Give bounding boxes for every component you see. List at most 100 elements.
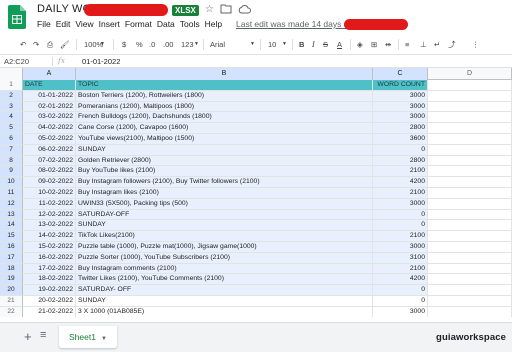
select-all-corner[interactable]	[0, 68, 23, 80]
cell-date[interactable]: 14-02-2022	[23, 231, 76, 242]
cell-empty[interactable]	[428, 177, 512, 188]
cell-empty[interactable]	[428, 123, 512, 134]
cell-word-count[interactable]: 3100	[373, 252, 428, 264]
cell-date[interactable]: 11-02-2022	[23, 198, 76, 210]
cell-empty[interactable]	[428, 285, 512, 296]
cell-date[interactable]: 12-02-2022	[23, 209, 76, 221]
star-icon[interactable]: ☆	[205, 4, 214, 15]
row-number[interactable]: 19	[0, 274, 23, 286]
cell-date[interactable]: 07-02-2022	[23, 155, 76, 167]
paint-format-icon[interactable]: 🖌︎	[60, 39, 70, 50]
menu-insert[interactable]: Insert	[99, 19, 125, 29]
cell-word-count[interactable]: 3000	[373, 112, 428, 124]
cell-word-count[interactable]: 4200	[373, 177, 428, 188]
text-color-button[interactable]: A	[337, 39, 342, 50]
cell-word-count[interactable]: 2100	[373, 263, 428, 275]
cell-topic[interactable]: SATURDAY-OFF	[76, 209, 373, 221]
cell-date[interactable]: 15-02-2022	[23, 242, 76, 253]
row-number[interactable]: 7	[0, 144, 23, 156]
menu-edit[interactable]: Edit	[56, 19, 76, 29]
cell-topic[interactable]: Buy Instagram comments (2100)	[76, 263, 373, 275]
cell-word-count[interactable]: 3600	[373, 134, 428, 145]
cell-word-count[interactable]: 2100	[373, 166, 428, 178]
cell-date[interactable]: 17-02-2022	[23, 263, 76, 275]
cell-topic[interactable]: SUNDAY	[76, 296, 373, 307]
italic-button[interactable]: I	[312, 39, 315, 50]
cell-empty[interactable]	[428, 252, 512, 264]
row-number[interactable]: 16	[0, 242, 23, 253]
row-number[interactable]: 2	[0, 90, 23, 102]
fill-color-icon[interactable]: ◈	[357, 39, 363, 50]
row-number[interactable]: 20	[0, 285, 23, 296]
cell-empty[interactable]	[428, 155, 512, 167]
row-number[interactable]: 9	[0, 166, 23, 178]
cell-topic[interactable]: UWIN33 (5X500), Packing tips (500)	[76, 198, 373, 210]
cell-empty[interactable]	[428, 166, 512, 178]
cell-topic[interactable]: YouTube views(2100), Maltipoo (1500)	[76, 134, 373, 145]
cell-empty[interactable]	[428, 296, 512, 307]
cell-topic[interactable]: TikTok Likes(2100)	[76, 231, 373, 242]
increase-decimal-button[interactable]: .00	[163, 39, 173, 50]
cell-date[interactable]: 09-02-2022	[23, 177, 76, 188]
cell-topic[interactable]: SUNDAY	[76, 144, 373, 156]
cell-empty[interactable]	[428, 134, 512, 145]
cell-empty[interactable]	[428, 220, 512, 232]
row-number[interactable]: 14	[0, 220, 23, 232]
cell-word-count[interactable]: 3000	[373, 90, 428, 102]
column-header-d[interactable]: D	[428, 68, 512, 80]
cell-topic[interactable]: TOPIC	[76, 80, 373, 91]
menu-data[interactable]: Data	[157, 19, 180, 29]
currency-format-button[interactable]: $	[122, 39, 126, 50]
cell-date[interactable]: 19-02-2022	[23, 285, 76, 296]
cell-word-count[interactable]: 0	[373, 296, 428, 307]
cell-topic[interactable]: Puzzle table (1000), Puzzle mat(1000), J…	[76, 242, 373, 253]
cell-date[interactable]: 03-02-2022	[23, 112, 76, 124]
cell-topic[interactable]: Cane Corse (1200), Cavapoo (1600)	[76, 123, 373, 134]
cell-topic[interactable]: Puzzle Sorter (1000), YouTube Subscriber…	[76, 252, 373, 264]
cell-topic[interactable]: Buy YouTube likes (2100)	[76, 166, 373, 178]
row-number[interactable]: 10	[0, 177, 23, 188]
menu-tools[interactable]: Tools	[180, 19, 205, 29]
cell-date[interactable]: 10-02-2022	[23, 188, 76, 199]
cell-empty[interactable]	[428, 101, 512, 113]
menu-file[interactable]: File	[37, 19, 56, 29]
column-header-b[interactable]: B	[76, 68, 373, 80]
bold-button[interactable]: B	[299, 39, 304, 50]
cell-empty[interactable]	[428, 242, 512, 253]
menu-view[interactable]: View	[75, 19, 98, 29]
cell-empty[interactable]	[428, 90, 512, 102]
font-family-select[interactable]: Arial	[210, 39, 225, 50]
cell-empty[interactable]	[428, 263, 512, 275]
cell-topic[interactable]: SATURDAY- OFF	[76, 285, 373, 296]
rotate-icon[interactable]: ⤴	[448, 39, 456, 50]
cell-topic[interactable]: Buy Instagram likes (2100)	[76, 188, 373, 199]
row-number[interactable]: 1	[0, 80, 23, 91]
cell-empty[interactable]	[428, 80, 512, 91]
font-size-select[interactable]: 10	[268, 39, 276, 50]
sheets-logo-icon[interactable]	[8, 5, 26, 29]
row-number[interactable]: 13	[0, 209, 23, 221]
sheet-tab-chevron-down-icon[interactable]: ▼	[101, 336, 107, 342]
cell-empty[interactable]	[428, 198, 512, 210]
cell-empty[interactable]	[428, 209, 512, 221]
cell-topic[interactable]: Pomeranians (1200), Maltipoos (1800)	[76, 101, 373, 113]
cell-word-count[interactable]: 0	[373, 144, 428, 156]
valign-icon[interactable]: ⊥	[420, 39, 427, 50]
undo-icon[interactable]: ↶	[20, 39, 26, 50]
sheet-tab[interactable]: Sheet1 ▼	[59, 326, 117, 348]
column-header-c[interactable]: C	[373, 68, 428, 80]
borders-icon[interactable]: ⊞	[371, 39, 377, 50]
cell-topic[interactable]: Twitter Likes (2100), YouTube Comments (…	[76, 274, 373, 286]
align-left-icon[interactable]: ≡	[405, 39, 409, 50]
row-number[interactable]: 5	[0, 123, 23, 134]
cell-date[interactable]: 04-02-2022	[23, 123, 76, 134]
redo-icon[interactable]: ↷	[33, 39, 39, 50]
cell-word-count[interactable]: 0	[373, 285, 428, 296]
cell-topic[interactable]: Boston Terriers (1200), Rottweilers (180…	[76, 90, 373, 102]
formats-chevron-down-icon[interactable]: ▼	[194, 39, 199, 50]
cell-date[interactable]: 20-02-2022	[23, 296, 76, 307]
row-number[interactable]: 11	[0, 188, 23, 199]
row-number[interactable]: 6	[0, 134, 23, 145]
more-options-icon[interactable]: ⋮	[472, 39, 480, 50]
cell-empty[interactable]	[428, 231, 512, 242]
